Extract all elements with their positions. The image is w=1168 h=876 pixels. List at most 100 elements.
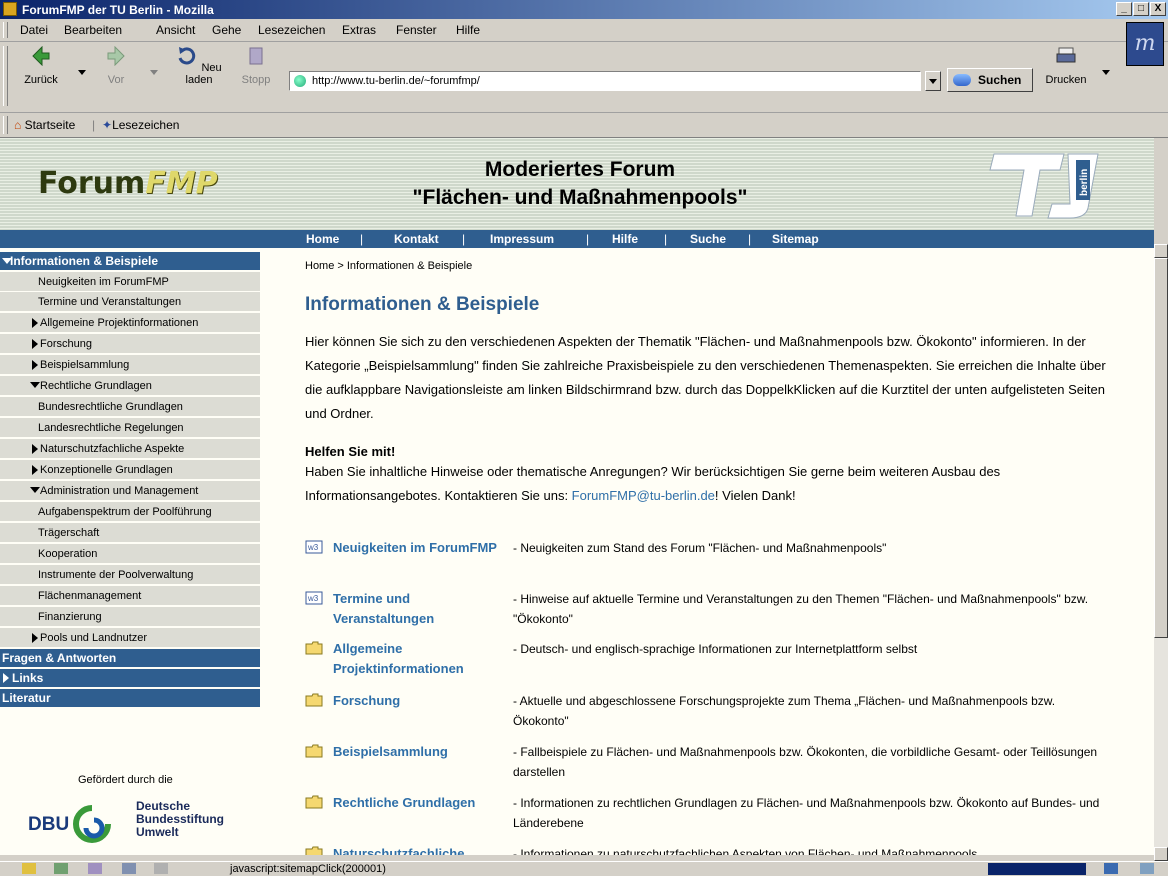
folder-icon <box>305 846 323 855</box>
menu-bearbeiten[interactable]: Bearbeiten <box>64 23 122 37</box>
nav-impressum[interactable]: Impressum <box>490 232 554 246</box>
forumfmp-logo[interactable]: ForumFMP <box>38 166 218 201</box>
sidebar-item-finanzierung[interactable]: Finanzierung <box>0 607 260 627</box>
menu-gehe[interactable]: Gehe <box>212 23 241 37</box>
scroll-thumb[interactable] <box>1154 258 1168 638</box>
navigator-icon[interactable] <box>22 863 36 874</box>
sidebar-item-label: Beispielsammlung <box>40 359 130 371</box>
sidebar-item-aufgabenspektrum[interactable]: Aufgabenspektrum der Poolführung <box>0 502 260 522</box>
bookmarks-button[interactable]: ✦Lesezeichen <box>102 118 179 132</box>
sidebar-item-landesrecht[interactable]: Landesrechtliche Regelungen <box>0 418 260 438</box>
menu-ansicht[interactable]: Ansicht <box>156 23 195 37</box>
dbu-emblem-icon <box>73 805 111 843</box>
sidebar-section-label: Fragen & Antworten <box>2 651 117 665</box>
chat-icon[interactable] <box>154 863 168 874</box>
maximize-button[interactable]: □ <box>1133 2 1149 16</box>
composer-icon[interactable] <box>88 863 102 874</box>
printer-icon <box>1056 47 1076 63</box>
status-bar: javascript:sitemapClick(200001) <box>0 861 1168 876</box>
home-bookmark[interactable]: ⌂ Startseite <box>14 118 75 132</box>
list-item-title[interactable]: Naturschutzfachliche <box>333 844 513 855</box>
sidebar-item-beispielsammlung[interactable]: Beispielsammlung <box>0 355 260 375</box>
search-button[interactable]: Suchen <box>947 68 1033 92</box>
collapsed-triangle-icon <box>32 318 38 328</box>
sidebar-item-instrumente[interactable]: Instrumente der Poolverwaltung <box>0 565 260 585</box>
nav-suche[interactable]: Suche <box>690 232 726 246</box>
print-button[interactable]: Drucken <box>1042 46 1090 86</box>
sidebar-item-administration[interactable]: Administration und Management <box>0 481 260 501</box>
nav-home[interactable]: Home <box>306 232 339 246</box>
list-item-title[interactable]: Termine und Veranstaltungen <box>333 589 513 629</box>
address-book-icon[interactable] <box>122 863 136 874</box>
home-bookmark-label: Startseite <box>24 118 76 132</box>
nav-separator: | <box>586 232 590 246</box>
url-field[interactable]: http://www.tu-berlin.de/~forumfmp/ <box>289 71 921 91</box>
sidebar-item-pools-landnutzer[interactable]: Pools und Landnutzer <box>0 628 260 648</box>
sidebar-item-projektinformationen[interactable]: Allgemeine Projektinformationen <box>0 313 260 333</box>
sidebar-item-rechtliche-grundlagen[interactable]: Rechtliche Grundlagen <box>0 376 260 396</box>
list-item-title[interactable]: Allgemeine Projektinformationen <box>333 639 513 679</box>
sidebar-section-literatur[interactable]: Literatur <box>0 689 260 707</box>
sidebar-item-flaechenmanagement[interactable]: Flächenmanagement <box>0 586 260 606</box>
list-item-title[interactable]: Rechtliche Grundlagen <box>333 793 533 813</box>
scroll-up-button[interactable] <box>1154 244 1168 258</box>
stop-button[interactable]: Stopp <box>238 46 274 86</box>
minimize-button[interactable]: _ <box>1116 2 1132 16</box>
toolbar-grip[interactable] <box>3 46 8 106</box>
sidebar-item-traegerschaft[interactable]: Trägerschaft <box>0 523 260 543</box>
sidebar-item-bundesrecht[interactable]: Bundesrechtliche Grundlagen <box>0 397 260 417</box>
top-navigation: Home | Kontakt | Impressum | Hilfe | Suc… <box>0 230 1154 248</box>
nav-hilfe[interactable]: Hilfe <box>612 232 638 246</box>
list-item-description: - Deutsch- und englisch-sprachige Inform… <box>513 642 918 656</box>
security-icon <box>1140 863 1154 874</box>
forward-button[interactable]: Vor <box>96 45 136 86</box>
toolbar-grip[interactable] <box>3 22 8 38</box>
sidebar-item-label: Naturschutzfachliche Aspekte <box>40 443 185 455</box>
list-item-title[interactable]: Neuigkeiten im ForumFMP <box>333 538 513 558</box>
menu-lesezeichen[interactable]: Lesezeichen <box>258 23 325 37</box>
list-item-description: - Informationen zu naturschutzfachlichen… <box>513 847 978 855</box>
list-item-description: - Neuigkeiten zum Stand des Forum "Fläch… <box>513 541 887 555</box>
contact-email-link[interactable]: ForumFMP@tu-berlin.de <box>572 488 715 503</box>
list-item-description: - Fallbeispiele zu Flächen- und Maßnahme… <box>513 745 1098 779</box>
menu-fenster[interactable]: Fenster <box>396 23 437 37</box>
list-item-title[interactable]: Beispielsammlung <box>333 742 513 762</box>
collapsed-triangle-icon <box>3 673 9 683</box>
page-icon: w3 <box>305 540 323 554</box>
tu-berlin-logo[interactable]: berlin <box>988 150 1100 220</box>
menu-datei[interactable]: Datei <box>20 23 48 37</box>
print-dropdown[interactable] <box>1102 70 1110 75</box>
nav-sitemap[interactable]: Sitemap <box>772 232 819 246</box>
logo-forum-text: Forum <box>38 166 146 201</box>
collapsed-triangle-icon <box>32 444 38 454</box>
sidebar-item-termine[interactable]: Termine und Veranstaltungen <box>0 292 260 312</box>
menu-hilfe[interactable]: Hilfe <box>456 23 480 37</box>
sidebar-item-naturschutz[interactable]: Naturschutzfachliche Aspekte <box>0 439 260 459</box>
sidebar-item-forschung[interactable]: Forschung <box>0 334 260 354</box>
sidebar-section-faq[interactable]: Fragen & Antworten <box>0 649 260 667</box>
sidebar-item-konzeptionelle[interactable]: Konzeptionelle Grundlagen <box>0 460 260 480</box>
toolbar-grip[interactable] <box>3 116 8 134</box>
mozilla-throbber-icon: m <box>1126 22 1164 66</box>
menu-extras[interactable]: Extras <box>342 23 376 37</box>
sidebar-item-kooperation[interactable]: Kooperation <box>0 544 260 564</box>
back-button[interactable]: Zurück <box>18 45 64 86</box>
list-item-title[interactable]: Forschung <box>333 691 513 711</box>
url-history-dropdown[interactable] <box>925 71 941 91</box>
help-paragraph: Haben Sie inhaltliche Hinweise oder them… <box>305 460 1125 508</box>
nav-kontakt[interactable]: Kontakt <box>394 232 439 246</box>
mail-icon[interactable] <box>54 863 68 874</box>
back-history-dropdown[interactable] <box>78 70 86 75</box>
sidebar-section-links[interactable]: Links <box>0 669 260 687</box>
sidebar-item-neuigkeiten[interactable]: Neuigkeiten im ForumFMP <box>0 272 260 292</box>
scroll-down-button[interactable] <box>1154 847 1168 861</box>
breadcrumb[interactable]: Home > Informationen & Beispiele <box>305 260 472 272</box>
reload-button[interactable]: Neu laden <box>170 46 228 86</box>
dbu-logo[interactable]: DBU Deutsche Bundesstiftung Umwelt <box>26 800 246 850</box>
vertical-scrollbar[interactable] <box>1154 244 1168 861</box>
close-button[interactable]: X <box>1150 2 1166 16</box>
web-page: ForumFMP Moderiertes Forum "Flächen- und… <box>0 138 1154 855</box>
sidebar-section-info[interactable]: Informationen & Beispiele <box>0 252 260 270</box>
forward-history-dropdown[interactable] <box>150 70 158 75</box>
print-label: Drucken <box>1045 74 1087 86</box>
